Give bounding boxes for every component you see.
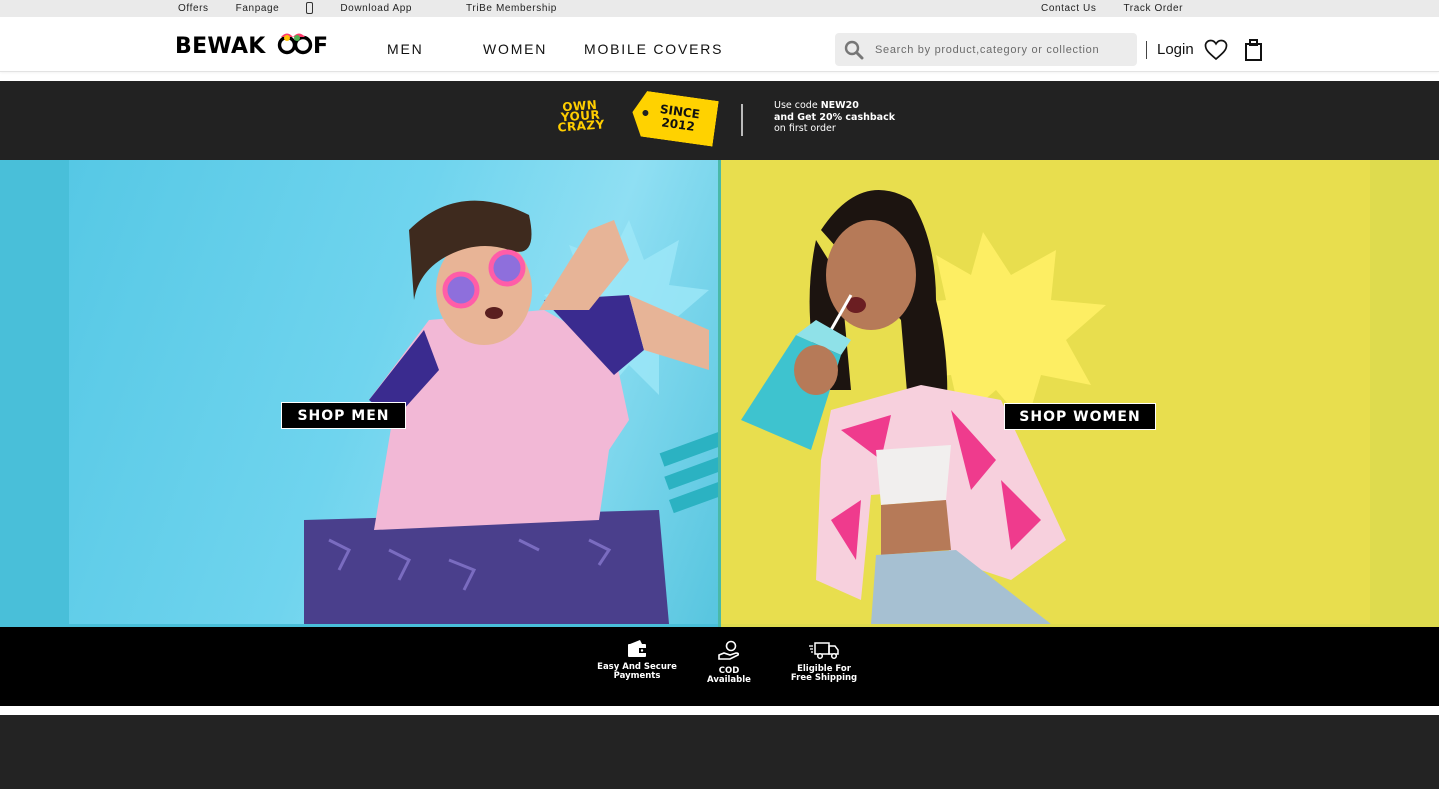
next-section-dark <box>0 715 1439 789</box>
feature-cod: COD Available <box>700 640 758 685</box>
tag-hole <box>642 110 649 117</box>
login-button[interactable]: Login <box>1157 41 1194 58</box>
promo-code: NEW20 <box>820 100 859 111</box>
offers-link[interactable]: Offers <box>178 3 209 14</box>
promo-line-2: and Get 20% cashback <box>774 111 896 123</box>
header-divider <box>1146 41 1147 59</box>
promo-banner[interactable]: OWN YOUR CRAZY SINCE 2012 Use code NEW20… <box>0 81 1439 160</box>
hero-divider <box>718 160 721 627</box>
heart-icon[interactable] <box>1204 39 1228 66</box>
bag-icon[interactable] <box>1244 39 1264 66</box>
wallet-icon <box>628 640 646 657</box>
promo-line-1: Use code NEW20 <box>774 100 859 111</box>
women-model-illustration <box>741 190 1106 624</box>
feature-shipping-line-2: Free Shipping <box>790 673 858 683</box>
feature-free-shipping: Eligible For Free Shipping <box>786 640 862 683</box>
brand-logo[interactable]: BEWAK F <box>175 32 335 58</box>
contact-us-link[interactable]: Contact Us <box>1041 3 1096 14</box>
nav-mobile-covers[interactable]: MOBILE COVERS <box>584 41 723 57</box>
svg-text:F: F <box>313 34 328 58</box>
truck-icon <box>809 642 839 660</box>
promo-code-text: Use code NEW20 and Get 20% cashback on f… <box>774 100 895 135</box>
promo-divider <box>741 104 743 136</box>
own-your-crazy-tagline: OWN YOUR CRAZY <box>557 97 606 135</box>
section-gap <box>0 706 1439 715</box>
download-app-link[interactable]: Download App <box>306 2 439 14</box>
search-icon[interactable] <box>844 40 864 60</box>
search-input[interactable] <box>875 43 1125 56</box>
hero-men-image[interactable] <box>69 160 719 624</box>
tribe-membership-link[interactable]: TriBe Membership <box>466 3 557 14</box>
hero-section: SHOP MEN SHOP WOMEN <box>0 160 1439 627</box>
feature-secure-line-2: Payments <box>613 671 661 681</box>
top-strip-left: Offers Fanpage Download App TriBe Member… <box>178 2 584 14</box>
top-strip: Offers Fanpage Download App TriBe Member… <box>0 0 1439 17</box>
top-strip-right: Contact Us Track Order <box>1041 3 1210 14</box>
promo-line-3: on first order <box>774 123 836 134</box>
logo-mark: BEWAK F <box>175 33 328 58</box>
feature-cod-line-2: Available <box>707 675 751 685</box>
features-band: Easy And Secure Payments COD Available E… <box>0 627 1439 706</box>
download-app-label: Download App <box>340 3 413 14</box>
fanpage-link[interactable]: Fanpage <box>236 3 280 14</box>
nav-men[interactable]: MEN <box>387 41 424 57</box>
shop-men-button[interactable]: SHOP MEN <box>281 402 406 429</box>
cash-hand-icon <box>718 640 740 660</box>
hero-women-image[interactable] <box>721 160 1370 624</box>
svg-text:BEWAK: BEWAK <box>175 34 266 58</box>
feature-secure-payments: Easy And Secure Payments <box>594 640 680 681</box>
phone-icon <box>306 2 314 14</box>
track-order-link[interactable]: Track Order <box>1123 3 1183 14</box>
main-header: BEWAK F MEN WOMEN MOBILE COVERS Login <box>0 17 1439 72</box>
men-model-illustration <box>304 200 719 624</box>
since-year: 2012 <box>660 115 696 134</box>
nav-women[interactable]: WOMEN <box>483 41 547 57</box>
since-tag: SINCE 2012 <box>629 89 719 146</box>
shop-women-button[interactable]: SHOP WOMEN <box>1004 403 1156 430</box>
search-box[interactable] <box>835 33 1137 66</box>
